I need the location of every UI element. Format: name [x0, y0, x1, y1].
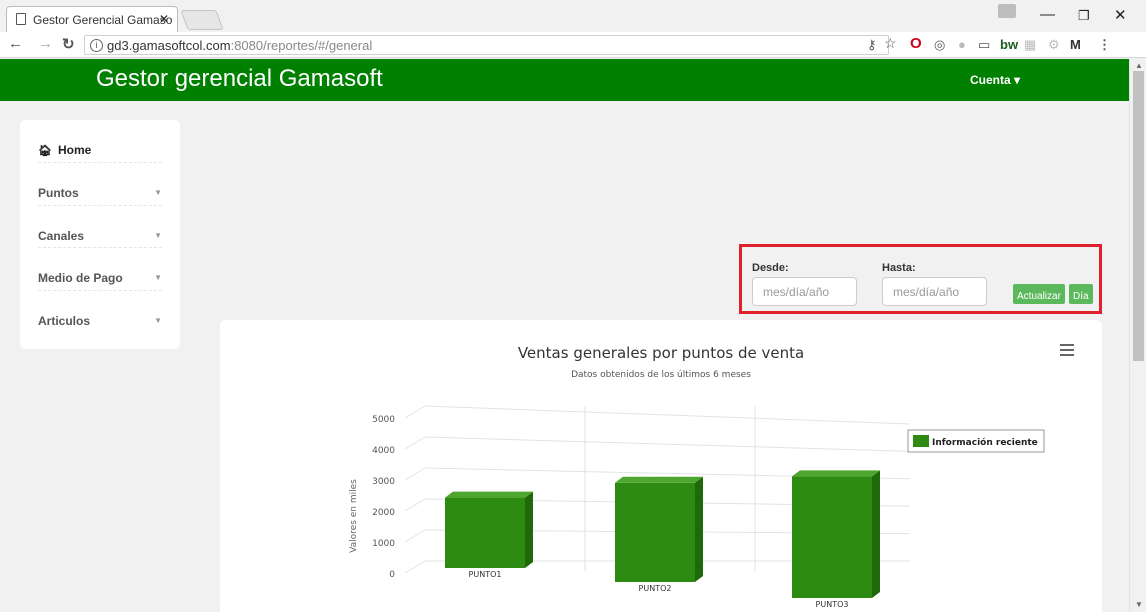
y-tick-label: 0	[389, 570, 395, 580]
tab-title: Gestor Gerencial Gamaso	[33, 13, 173, 27]
app-brand[interactable]: Gestor gerencial Gamasoft	[96, 65, 383, 93]
minimize-icon[interactable]: —	[1040, 6, 1055, 23]
browser-menu-icon[interactable]: ⋮	[1098, 37, 1111, 53]
window-close-icon[interactable]: ✕	[1114, 6, 1127, 24]
gridline-side	[404, 529, 426, 543]
bar-top	[615, 476, 703, 483]
to-date-input[interactable]: mes/día/año	[882, 277, 987, 306]
user-profile-icon[interactable]	[998, 4, 1016, 18]
page-icon	[16, 13, 26, 25]
date-filter-panel: Desde: Hasta: mes/día/año mes/día/año Ac…	[739, 244, 1102, 314]
update-button[interactable]: Actualizar	[1013, 284, 1065, 304]
y-tick-label: 4000	[372, 446, 395, 456]
restore-icon[interactable]: ❐	[1078, 8, 1090, 24]
forward-icon[interactable]: →	[38, 35, 53, 52]
day-button[interactable]: Día	[1069, 284, 1093, 304]
extension-circle-icon[interactable]: ◎	[934, 37, 945, 53]
bar-top	[445, 491, 533, 498]
extension-dot-icon[interactable]: ●	[958, 37, 966, 52]
y-axis-title: Valores en miles	[349, 479, 359, 553]
account-menu[interactable]: Cuenta ▾	[970, 73, 1020, 87]
sidebar-item-medio-de-pago[interactable]: Medio de Pago ▼	[38, 248, 162, 291]
extension-inbox-icon[interactable]: ▭	[978, 37, 990, 53]
opera-extension-icon[interactable]: O	[910, 35, 922, 52]
sidebar-item-label: Medio de Pago	[38, 271, 123, 285]
legend-label: Información reciente	[932, 437, 1038, 448]
to-label: Hasta:	[882, 262, 916, 274]
app-navbar: Gestor gerencial Gamasoft Cuenta ▾	[0, 59, 1129, 101]
bar-side	[695, 476, 703, 582]
caret-down-icon: ▼	[154, 230, 162, 240]
m-extension-icon[interactable]: M	[1070, 37, 1081, 52]
y-tick-label: 1000	[372, 539, 395, 549]
sidebar-item-puntos[interactable]: Puntos ▼	[38, 163, 162, 206]
y-tick-label: 5000	[372, 415, 395, 425]
back-icon[interactable]: ←	[8, 35, 23, 52]
url-path: :8080/reportes/#/general	[230, 38, 373, 53]
extension-grid-icon[interactable]: ▦	[1024, 37, 1036, 53]
scroll-down-icon[interactable]: ▼	[1135, 600, 1143, 609]
sidebar-item-articulos[interactable]: Articulos ▼	[38, 291, 162, 334]
sidebar-item-home[interactable]: 🏠︎ Home	[38, 120, 162, 163]
new-tab-button[interactable]	[180, 10, 224, 30]
sidebar-item-label: Canales	[38, 228, 85, 243]
extension-gear-icon[interactable]: ⚙	[1048, 37, 1060, 53]
chart-card: Ventas generales por puntos de venta Dat…	[220, 320, 1102, 612]
url-host: gd3.gamasoftcol.com	[107, 38, 231, 53]
sidebar: 🏠︎ Home Puntos ▼ Canales ▼ Medio de Pago …	[20, 120, 180, 349]
info-icon[interactable]: i	[90, 39, 103, 52]
x-tick-label: PUNTO3	[816, 600, 849, 609]
y-tick-label: 2000	[372, 508, 395, 518]
bar	[615, 482, 695, 582]
from-date-input[interactable]: mes/día/año	[752, 277, 857, 306]
browser-toolbar: ← → ↻ i gd3.gamasoftcol.com:8080/reporte…	[0, 32, 1146, 58]
gridline	[424, 405, 911, 425]
legend-swatch	[913, 435, 929, 447]
gridline-side	[404, 498, 426, 512]
home-icon: 🏠︎	[38, 145, 52, 157]
bw-extension-icon[interactable]: bw	[1000, 37, 1018, 52]
key-icon[interactable]: ⚷	[867, 37, 877, 53]
bar	[792, 476, 872, 598]
bookmark-star-icon[interactable]: ☆	[884, 35, 897, 52]
gridline	[424, 436, 911, 452]
x-tick-label: PUNTO2	[639, 584, 672, 593]
caret-down-icon: ▼	[154, 315, 162, 325]
y-tick-label: 3000	[372, 477, 395, 487]
gridline-side	[404, 467, 426, 481]
sidebar-item-label: Articulos	[38, 313, 91, 328]
bar-side	[525, 491, 533, 568]
bar-top	[792, 470, 880, 477]
scroll-up-icon[interactable]: ▲	[1135, 61, 1143, 70]
gridline-side	[404, 405, 426, 419]
address-bar[interactable]: i gd3.gamasoftcol.com:8080/reportes/#/ge…	[84, 35, 889, 55]
browser-tab[interactable]: Gestor Gerencial Gamaso ✕	[6, 6, 178, 32]
page-scrollbar[interactable]: ▲ ▼	[1129, 59, 1146, 612]
reload-icon[interactable]: ↻	[62, 35, 75, 53]
x-tick-label: PUNTO1	[469, 570, 502, 579]
caret-down-icon: ▼	[154, 273, 162, 282]
gridline-side	[404, 436, 426, 450]
tab-close-icon[interactable]: ✕	[159, 12, 169, 26]
scrollbar-thumb[interactable]	[1133, 71, 1144, 361]
browser-tabstrip: Gestor Gerencial Gamaso ✕ — ❐ ✕	[0, 0, 1146, 32]
bar-side	[872, 470, 880, 598]
sidebar-item-label: Puntos	[38, 186, 79, 200]
from-label: Desde:	[752, 262, 789, 274]
sidebar-item-canales[interactable]: Canales ▼	[38, 206, 162, 248]
sidebar-item-label: Home	[57, 143, 92, 157]
bar	[445, 497, 525, 568]
caret-down-icon: ▼	[154, 188, 162, 197]
gridline-side	[404, 560, 426, 574]
bar-chart: 0 1000 2000 3000 4000 5000 Valores en miles PUN…	[349, 405, 1045, 609]
